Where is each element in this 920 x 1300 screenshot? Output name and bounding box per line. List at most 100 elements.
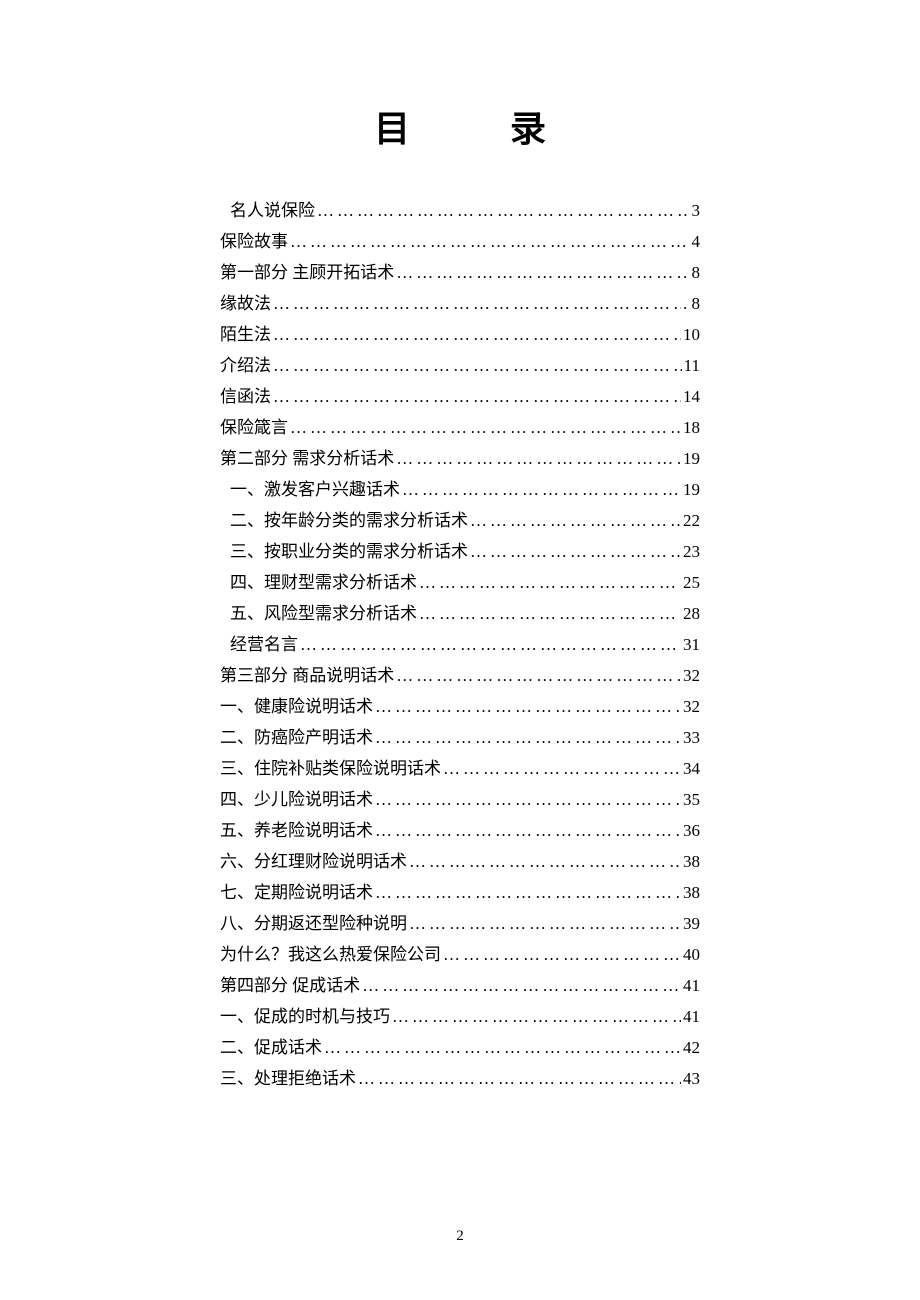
toc-entry-label: 三、按职业分类的需求分析话术 — [220, 543, 468, 560]
toc-entry-page: 14 — [683, 388, 700, 405]
toc-entry: 保险箴言18 — [220, 419, 700, 436]
toc-entry: 八、分期返还型险种说明 39 — [220, 915, 700, 932]
toc-leader-dots — [400, 481, 683, 498]
toc-leader-dots — [360, 977, 683, 994]
toc-entry-page: 35 — [683, 791, 700, 808]
toc-entry: 第四部分 促成话术 41 — [220, 977, 700, 994]
toc-leader-dots — [315, 202, 692, 219]
toc-entry: 二、促成话术 42 — [220, 1039, 700, 1056]
toc-entry-label: 一、促成的时机与技巧 — [220, 1008, 390, 1025]
toc-entry-label: 四、理财型需求分析话术 — [220, 574, 417, 591]
toc-leader-dots — [373, 884, 683, 901]
toc-entry-page: 43 — [683, 1070, 700, 1087]
toc-entry: 经营名言 31 — [220, 636, 700, 653]
toc-leader-dots — [417, 605, 683, 622]
toc-entry-page: 28 — [683, 605, 700, 622]
toc-entry-page: 31 — [683, 636, 700, 653]
toc-entry-label: 二、促成话术 — [220, 1039, 322, 1056]
toc-leader-dots — [468, 512, 683, 529]
toc-entry-page: 33 — [683, 729, 700, 746]
toc-entry: 二、按年龄分类的需求分析话术22 — [220, 512, 700, 529]
toc-entry-page: 41 — [683, 1008, 700, 1025]
toc-entry: 信函法 14 — [220, 388, 700, 405]
toc-entry: 保险故事4 — [220, 233, 700, 250]
toc-entry: 第一部分 主顾开拓话术 . 8 — [220, 264, 700, 281]
toc-entry-label: 二、防癌险产明话术 — [220, 729, 373, 746]
toc-leader-dots — [356, 1070, 683, 1087]
toc-entry-page: . 8 — [683, 264, 700, 281]
toc-leader-dots — [271, 357, 684, 374]
toc-entry: 第二部分 需求分析话术19 — [220, 450, 700, 467]
toc-entry: 四、少儿险说明话术 35 — [220, 791, 700, 808]
toc-leader-dots — [417, 574, 683, 591]
toc-entry-page: 38 — [683, 884, 700, 901]
toc-leader-dots — [373, 822, 683, 839]
toc-leader-dots — [390, 1008, 683, 1025]
toc-entry-page: 42 — [683, 1039, 700, 1056]
toc-leader-dots — [271, 295, 683, 312]
toc-leader-dots — [407, 915, 683, 932]
toc-leader-dots — [373, 729, 683, 746]
toc-entry-label: 五、养老险说明话术 — [220, 822, 373, 839]
toc-entry-page: 36 — [683, 822, 700, 839]
toc-entry-label: 六、分红理财险说明话术 — [220, 853, 407, 870]
toc-entry: 四、理财型需求分析话术 25 — [220, 574, 700, 591]
toc-entry-page: 41 — [683, 977, 700, 994]
toc-entry-page: 39 — [683, 915, 700, 932]
toc-entry-label: 第四部分 促成话术 — [220, 977, 360, 994]
toc-entry: 三、按职业分类的需求分析话术 23 — [220, 543, 700, 560]
toc-entry-label: 陌生法 — [220, 326, 271, 343]
toc-entry-label: 一、健康险说明话术 — [220, 698, 373, 715]
toc-entry-page: 25 — [683, 574, 700, 591]
toc-entry-page: . 8 — [683, 295, 700, 312]
toc-leader-dots — [394, 450, 683, 467]
toc-entry-page: 32 — [683, 667, 700, 684]
toc-entry: 七、定期险说明话术 38 — [220, 884, 700, 901]
toc-entry-page: 23 — [683, 543, 700, 560]
toc-entry: 五、养老险说明话术 36 — [220, 822, 700, 839]
toc-entry-page: 4 — [692, 233, 701, 250]
toc-leader-dots — [271, 326, 683, 343]
toc-entry: 一、激发客户兴趣话术 19 — [220, 481, 700, 498]
toc-leader-dots — [394, 667, 683, 684]
toc-entry-label: 介绍法 — [220, 357, 271, 374]
toc-leader-dots — [271, 388, 683, 405]
toc-entry: 三、住院补贴类保险说明话术 34 — [220, 760, 700, 777]
toc-leader-dots — [441, 946, 683, 963]
toc-entry: 介绍法 11 — [220, 357, 700, 374]
toc-entry-label: 经营名言 — [220, 636, 298, 653]
toc-entry: 一、健康险说明话术 32 — [220, 698, 700, 715]
toc-entry-label: 第三部分 商品说明话术 — [220, 667, 394, 684]
toc-entry-label: 缘故法 — [220, 295, 271, 312]
toc-leader-dots — [288, 233, 692, 250]
toc-leader-dots — [441, 760, 683, 777]
toc-entry-label: 一、激发客户兴趣话术 — [220, 481, 400, 498]
page-number: 2 — [0, 1228, 920, 1245]
toc-entry-page: 19 — [683, 450, 700, 467]
toc-leader-dots — [288, 419, 683, 436]
table-of-contents: 名人说保险 3 保险故事4 第一部分 主顾开拓话术 . 8 缘故法 . 8 陌生法 10 介绍法 1… — [220, 202, 700, 1087]
toc-entry: 五、风险型需求分析话术 28 — [220, 605, 700, 622]
toc-leader-dots — [298, 636, 683, 653]
toc-entry-page: 10 — [683, 326, 700, 343]
toc-entry-label: 第一部分 主顾开拓话术 — [220, 264, 394, 281]
toc-entry-page: 38 — [683, 853, 700, 870]
toc-entry-label: 五、风险型需求分析话术 — [220, 605, 417, 622]
toc-entry-label: 四、少儿险说明话术 — [220, 791, 373, 808]
toc-entry-page: 19 — [683, 481, 700, 498]
toc-entry-page: 3 — [692, 202, 701, 219]
toc-entry-page: 18 — [683, 419, 700, 436]
toc-entry-label: 信函法 — [220, 388, 271, 405]
toc-entry-label: 名人说保险 — [220, 202, 315, 219]
toc-entry-label: 八、分期返还型险种说明 — [220, 915, 407, 932]
toc-leader-dots — [407, 853, 683, 870]
toc-entry: 二、防癌险产明话术 33 — [220, 729, 700, 746]
toc-entry: 六、分红理财险说明话术 38 — [220, 853, 700, 870]
toc-entry-label: 为什么？我这么热爱保险公司 — [220, 946, 441, 963]
toc-entry-label: 三、住院补贴类保险说明话术 — [220, 760, 441, 777]
toc-leader-dots — [322, 1039, 683, 1056]
toc-entry-page: 11 — [684, 357, 700, 374]
toc-entry: 为什么？我这么热爱保险公司 40 — [220, 946, 700, 963]
toc-entry: 第三部分 商品说明话术 32 — [220, 667, 700, 684]
toc-entry-page: 34 — [683, 760, 700, 777]
